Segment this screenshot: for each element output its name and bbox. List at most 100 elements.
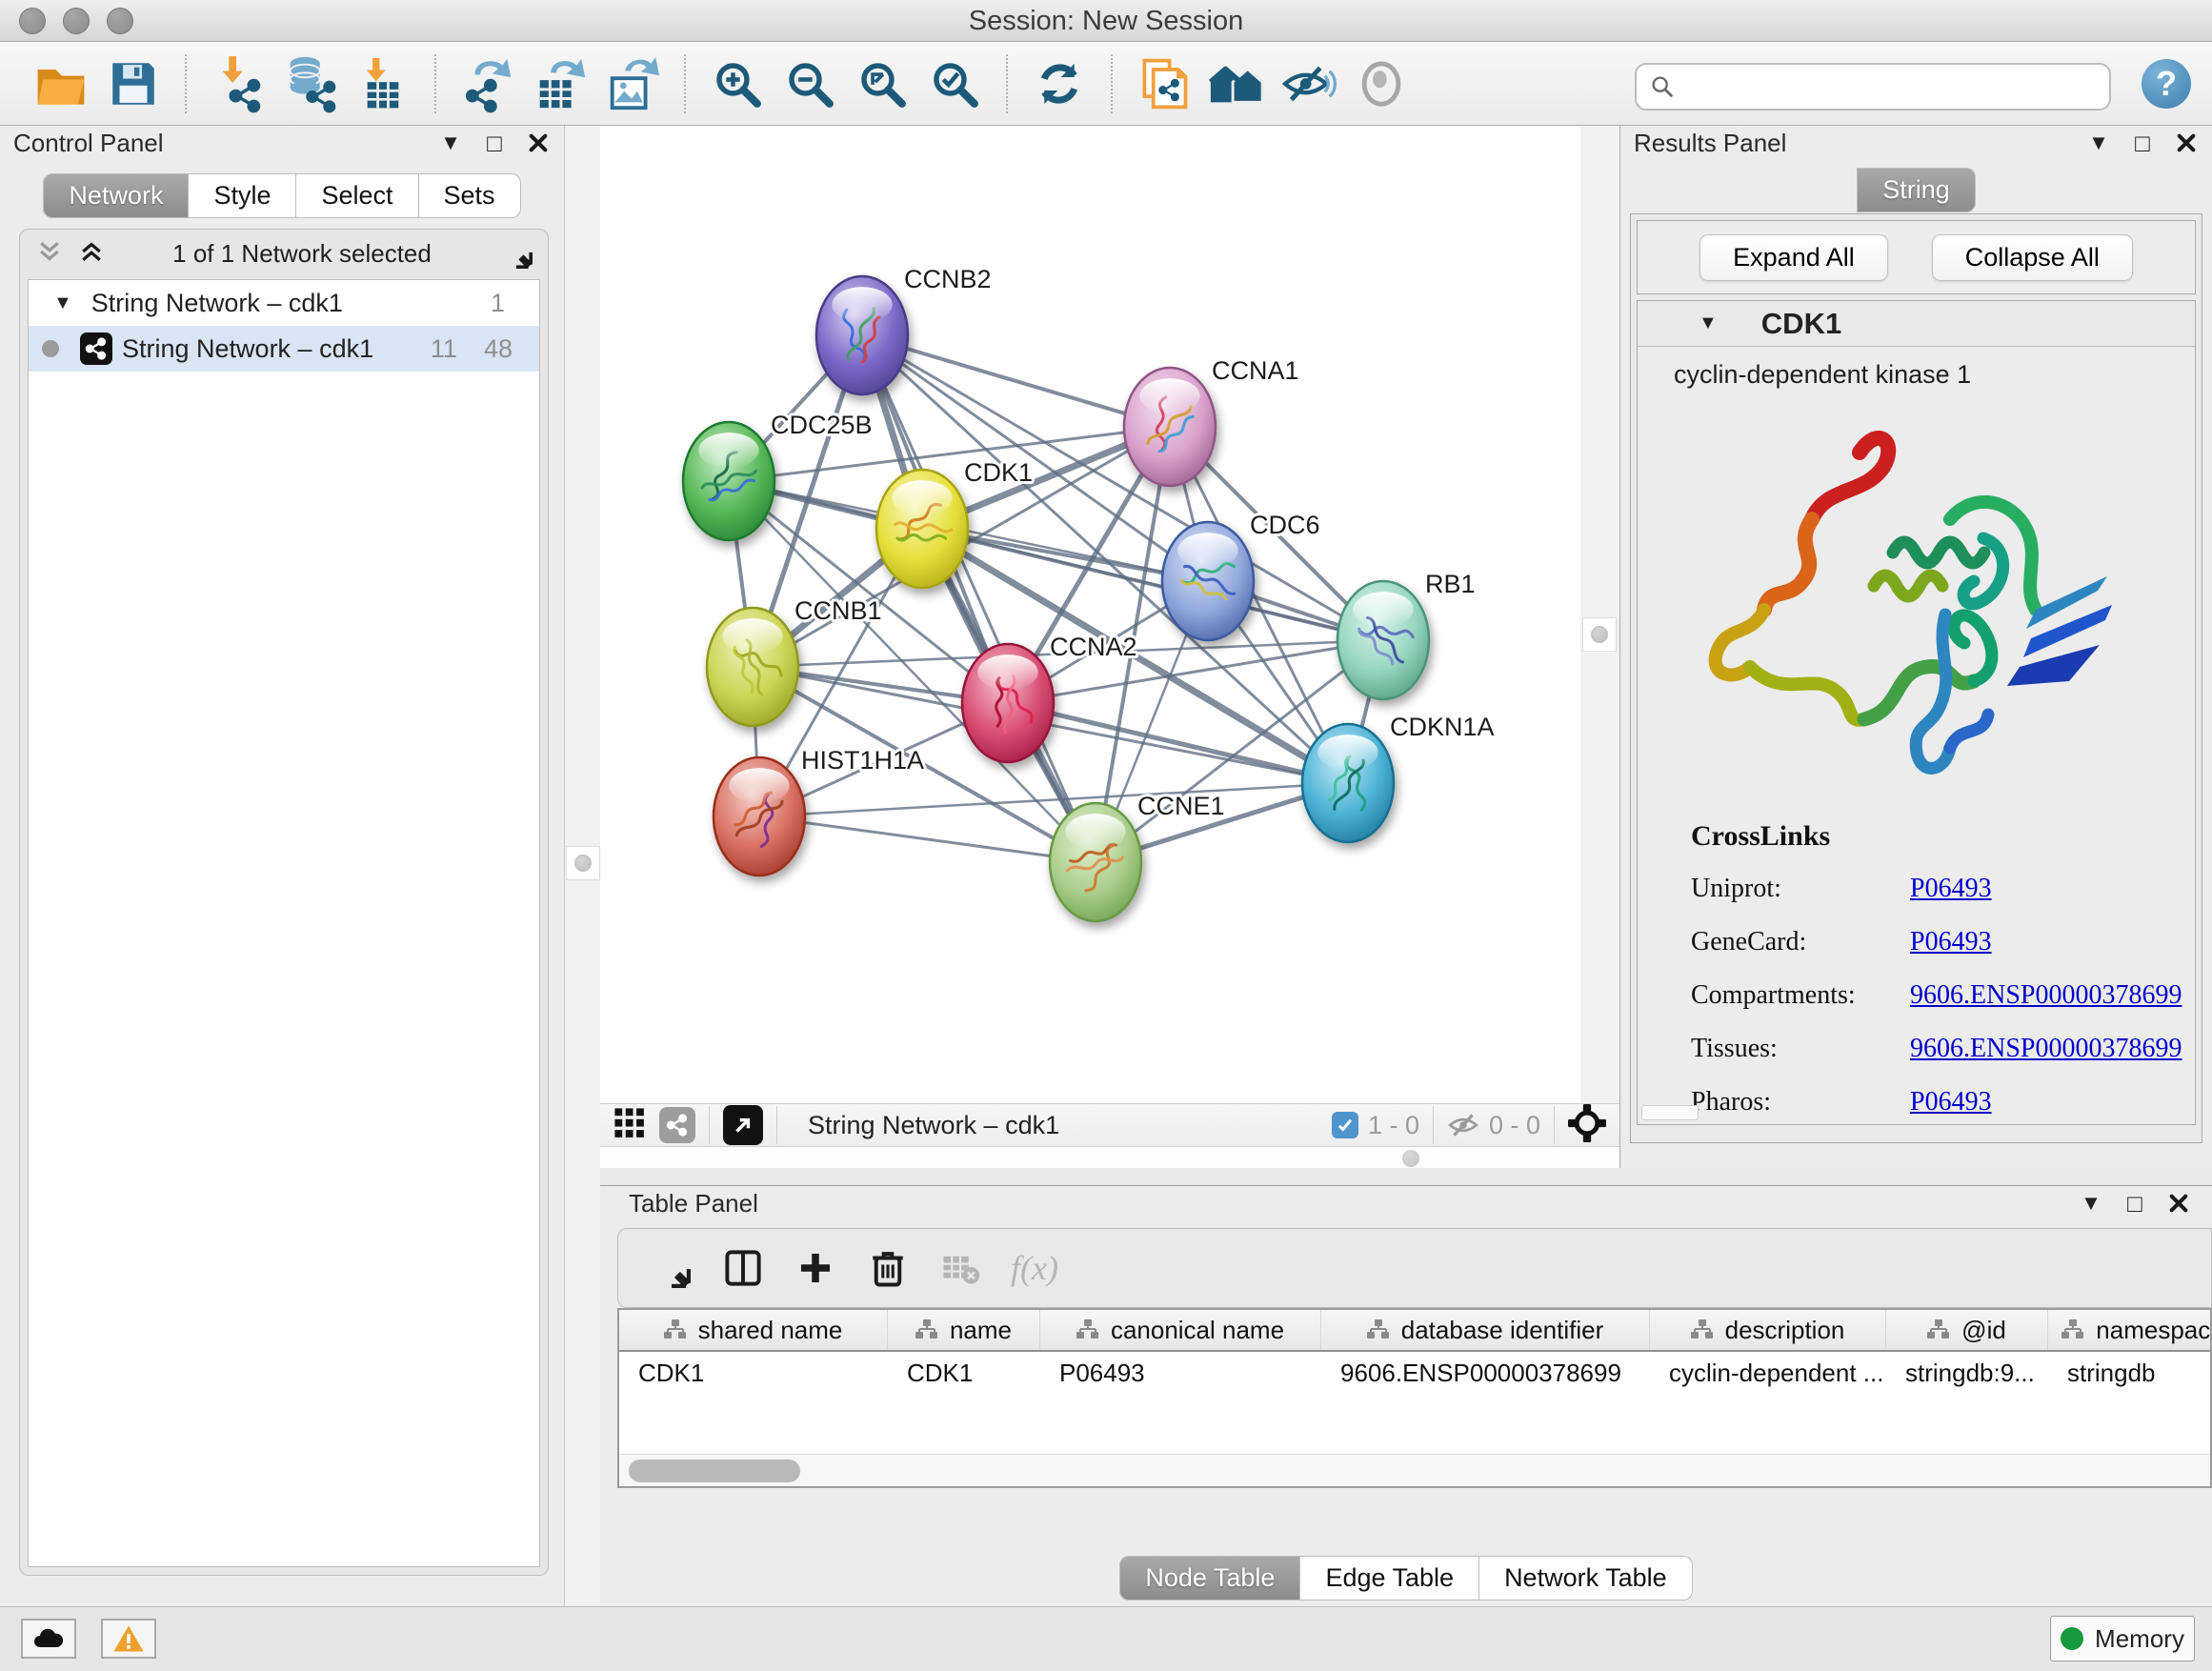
- string-home-button[interactable]: [1205, 52, 1268, 115]
- tab-sets[interactable]: Sets: [419, 173, 521, 218]
- table-cell[interactable]: cyclin-dependent ...: [1650, 1352, 1886, 1394]
- column-header-namespace[interactable]: namespace: [2048, 1310, 2212, 1350]
- column-header-description[interactable]: description: [1650, 1310, 1886, 1350]
- column-header-name[interactable]: name: [888, 1310, 1040, 1350]
- edge-HIST1H1A-CCNE1[interactable]: [759, 816, 1096, 862]
- open-session-button[interactable]: [30, 52, 92, 115]
- tab-edge-table[interactable]: Edge Table: [1300, 1556, 1479, 1601]
- export-image-button[interactable]: [601, 52, 664, 115]
- table-cell[interactable]: 9606.ENSP00000378699: [1321, 1352, 1650, 1394]
- results-scrollbar[interactable]: [1641, 1105, 1699, 1120]
- memory-button[interactable]: Memory: [2050, 1616, 2195, 1661]
- export-table-button[interactable]: [529, 52, 592, 115]
- table-hscrollbar[interactable]: [619, 1454, 2210, 1486]
- tab-select[interactable]: Select: [296, 173, 418, 218]
- node-CDK1[interactable]: CDK1: [876, 458, 1033, 588]
- column-header-canonical-name[interactable]: canonical name: [1040, 1310, 1321, 1350]
- network-options-gear-icon[interactable]: [498, 234, 533, 273]
- node-CCNB1[interactable]: CCNB1: [707, 596, 882, 726]
- panel-close-icon[interactable]: [2174, 131, 2199, 155]
- right-splitter[interactable]: [1580, 126, 1619, 1168]
- share-document-button[interactable]: [1133, 52, 1196, 115]
- tab-network[interactable]: Network: [43, 173, 189, 218]
- selected-checkbox-icon[interactable]: [1332, 1112, 1358, 1138]
- crosslink-link[interactable]: P06493: [1910, 1087, 1992, 1117]
- column-header-shared-name[interactable]: shared name: [619, 1310, 888, 1350]
- crosslink-link[interactable]: P06493: [1910, 874, 1992, 904]
- splitter-handle[interactable]: [1591, 626, 1608, 643]
- panel-close-icon[interactable]: [2166, 1191, 2191, 1216]
- scrollbar-thumb[interactable]: [629, 1460, 800, 1482]
- help-button[interactable]: ?: [2142, 59, 2191, 109]
- network-share-view-button[interactable]: [659, 1107, 695, 1143]
- zoom-in-button[interactable]: [706, 52, 769, 115]
- birdseye-view-button[interactable]: [723, 1105, 763, 1145]
- warnings-button[interactable]: [101, 1619, 156, 1659]
- column-header-@id[interactable]: @id: [1886, 1310, 2048, 1350]
- edge-CCNA2-CDKN1A[interactable]: [1008, 703, 1348, 783]
- crosslink-link[interactable]: P06493: [1910, 927, 1992, 957]
- gene-section-header[interactable]: ▼ CDK1: [1638, 301, 2195, 347]
- zoom-fit-button[interactable]: [851, 52, 914, 115]
- table-cell[interactable]: P06493: [1040, 1352, 1321, 1394]
- fit-selected-button[interactable]: [1568, 1104, 1606, 1147]
- import-network-button[interactable]: [207, 52, 270, 115]
- expand-all-icon[interactable]: [77, 237, 106, 271]
- column-header-database-identifier[interactable]: database identifier: [1321, 1310, 1650, 1350]
- node-HIST1H1A[interactable]: HIST1H1A: [714, 746, 924, 876]
- add-column-icon[interactable]: [794, 1246, 837, 1290]
- panel-menu-icon[interactable]: ▼: [438, 131, 463, 155]
- panel-float-icon[interactable]: □: [2130, 131, 2155, 155]
- tree-expander-icon[interactable]: ▼: [53, 292, 72, 314]
- hide-selected-button[interactable]: [1277, 52, 1340, 115]
- tab-network-table[interactable]: Network Table: [1479, 1556, 1693, 1601]
- horizontal-splitter[interactable]: [600, 1168, 2212, 1185]
- node-CCNA2[interactable]: CCNA2: [962, 633, 1137, 762]
- panel-float-icon[interactable]: □: [2122, 1191, 2147, 1216]
- panel-menu-icon[interactable]: ▼: [2079, 1191, 2103, 1216]
- tab-string[interactable]: String: [1857, 168, 1976, 212]
- node-CCNE1[interactable]: CCNE1: [1050, 792, 1225, 921]
- edge-CCNB2-CCNA1[interactable]: [862, 335, 1170, 427]
- import-table-button[interactable]: [352, 52, 414, 115]
- splitter-handle[interactable]: [574, 855, 592, 872]
- splitter-handle[interactable]: [1402, 1150, 1419, 1167]
- table-cell[interactable]: CDK1: [619, 1352, 888, 1394]
- search-field[interactable]: [1635, 63, 2111, 111]
- import-database-button[interactable]: [279, 52, 342, 115]
- collapse-all-icon[interactable]: [35, 237, 64, 271]
- zoom-selected-button[interactable]: [923, 52, 986, 115]
- table-options-gear-icon[interactable]: [649, 1246, 693, 1290]
- expand-all-button[interactable]: Expand All: [1699, 234, 1888, 281]
- network-row[interactable]: String Network – cdk1 11 48: [29, 326, 539, 372]
- delete-column-icon[interactable]: [866, 1246, 910, 1290]
- crosslink-link[interactable]: 9606.ENSP00000378699: [1910, 1034, 2182, 1064]
- table-cell[interactable]: stringdb: [2048, 1352, 2212, 1394]
- save-session-button[interactable]: [102, 52, 165, 115]
- network-collection-row[interactable]: ▼ String Network – cdk1 1: [29, 280, 539, 326]
- table-row[interactable]: CDK1CDK1P064939606.ENSP00000378699cyclin…: [619, 1352, 2210, 1394]
- show-all-button[interactable]: [1350, 52, 1413, 115]
- collapse-all-button[interactable]: Collapse All: [1932, 234, 2133, 281]
- zoom-out-button[interactable]: [778, 52, 841, 115]
- network-canvas[interactable]: CCNB2CCNA1CDC25BCDK1CDC6RB1CCNB1CCNA2CDK…: [600, 126, 1580, 1103]
- panel-close-icon[interactable]: [526, 131, 551, 155]
- table-cell[interactable]: CDK1: [888, 1352, 1040, 1394]
- node-CDKN1A[interactable]: CDKN1A: [1302, 713, 1495, 842]
- panel-menu-icon[interactable]: ▼: [2086, 131, 2111, 155]
- edge-CCNB2-CCNE1[interactable]: [862, 335, 1096, 862]
- crosslink-link[interactable]: 9606.ENSP00000378699: [1910, 980, 2182, 1011]
- search-input[interactable]: [1677, 72, 2109, 102]
- tab-style[interactable]: Style: [189, 173, 296, 218]
- export-network-button[interactable]: [456, 52, 519, 115]
- node-RB1[interactable]: RB1: [1337, 570, 1476, 699]
- grid-view-button[interactable]: [613, 1107, 646, 1144]
- gene-expander-icon[interactable]: ▼: [1699, 312, 1718, 334]
- left-splitter[interactable]: [564, 126, 600, 1606]
- cloud-status-button[interactable]: [21, 1619, 76, 1659]
- panel-float-icon[interactable]: □: [482, 131, 507, 155]
- table-cell[interactable]: stringdb:9...: [1886, 1352, 2048, 1394]
- tab-node-table[interactable]: Node Table: [1119, 1556, 1300, 1601]
- refresh-button[interactable]: [1028, 52, 1091, 115]
- show-columns-icon[interactable]: [721, 1246, 765, 1290]
